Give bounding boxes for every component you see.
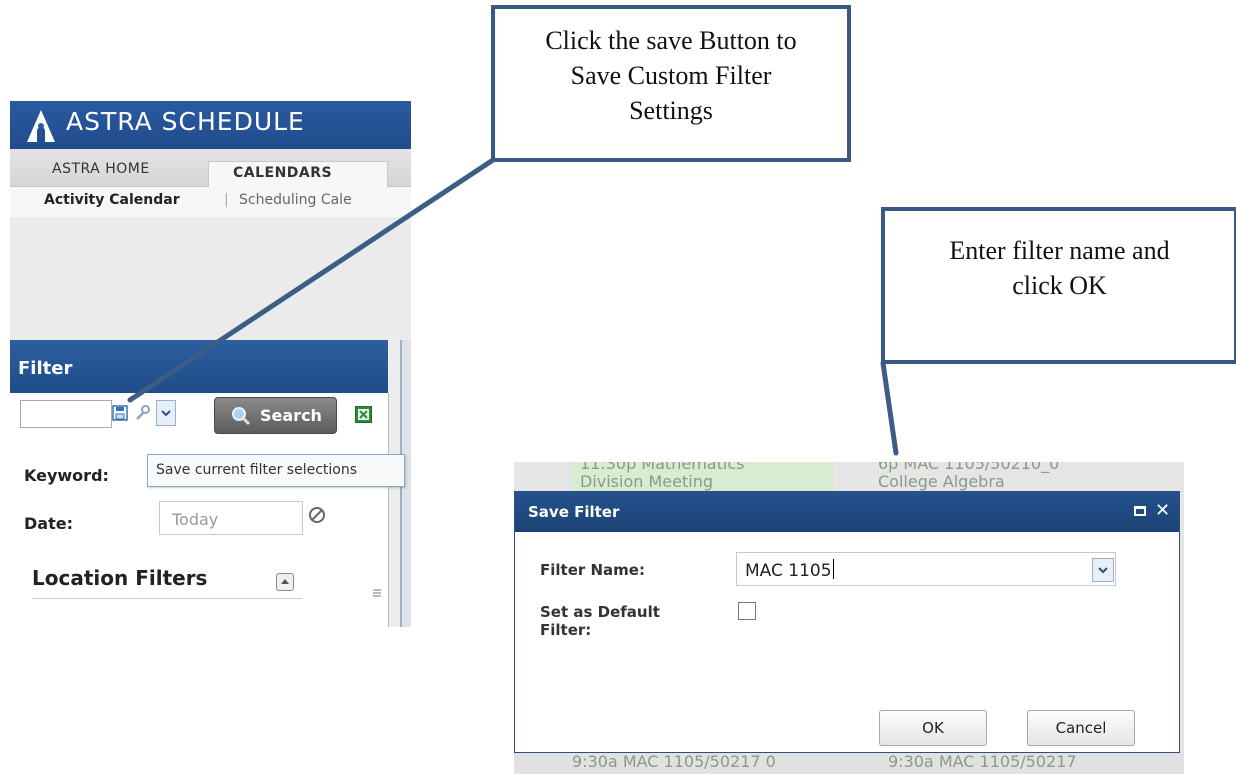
filter-name-label: Filter Name: [540, 561, 645, 579]
bg-event-text: 9:30a MAC 1105/50217 [888, 752, 1077, 771]
save-filter-dialog-screenshot: 11:30p Mathematics Division Meeting 6p M… [514, 462, 1184, 774]
content-spacer [10, 217, 411, 340]
date-label: Date: [24, 514, 73, 533]
save-filter-tooltip: Save current filter selections [147, 454, 405, 487]
ok-button[interactable]: OK [879, 710, 987, 746]
tab-astra-home[interactable]: ASTRA HOME [52, 158, 150, 186]
astra-schedule-screenshot: ASTRA SCHEDULE ASTRA HOME CALENDARS Acti… [10, 101, 411, 627]
dialog-title: Save Filter [528, 503, 620, 521]
dialog-titlebar: Save Filter ✕ [515, 492, 1179, 532]
text-caret [832, 559, 834, 579]
bg-event-text: College Algebra [878, 472, 1005, 491]
callout-enter-instructions: Enter filter name and click OK [881, 207, 1236, 364]
default-filter-label: Set as Default Filter: [540, 603, 660, 639]
bg-event-text: Division Meeting [580, 472, 713, 491]
scroll-grip-icon[interactable] [372, 585, 382, 601]
callout-enter-line-2: click OK [1012, 271, 1107, 300]
clear-date-icon[interactable] [308, 506, 326, 524]
callout-save-line-3: Settings [629, 96, 713, 125]
app-header: ASTRA SCHEDULE [10, 101, 411, 149]
save-icon[interactable] [110, 400, 130, 426]
collapse-up-icon[interactable] [276, 573, 294, 591]
filter-toolbar [110, 400, 200, 428]
cancel-button[interactable]: Cancel [1027, 710, 1135, 746]
search-button[interactable]: Search [214, 397, 337, 434]
keyword-label: Keyword: [24, 466, 109, 485]
excel-export-icon[interactable] [355, 406, 372, 423]
date-input[interactable]: Today [159, 501, 303, 535]
app-title: ASTRA SCHEDULE [66, 107, 305, 136]
callout-save-instructions: Click the save Button to Save Custom Fil… [491, 5, 851, 162]
saved-filter-input[interactable] [20, 400, 112, 428]
chevron-down-icon[interactable] [1092, 558, 1114, 582]
subnav-separator: | [224, 192, 229, 208]
filter-title: Filter [18, 358, 73, 379]
sub-navigation: Activity Calendar | Scheduling Cale [10, 187, 411, 217]
location-filters-heading: Location Filters [32, 566, 208, 590]
save-filter-dialog: Save Filter ✕ Filter Name: MAC 1105 Set … [514, 491, 1180, 753]
callout-save-line-1: Click the save Button to [545, 26, 797, 55]
default-filter-checkbox[interactable] [738, 602, 756, 620]
callout-enter-line-1: Enter filter name and [949, 236, 1170, 265]
main-tabs: ASTRA HOME CALENDARS [10, 149, 411, 197]
filter-name-input[interactable]: MAC 1105 [736, 552, 1116, 586]
filter-panel-header: Filter [10, 340, 388, 393]
section-divider [32, 598, 302, 599]
close-icon[interactable]: ✕ [1155, 502, 1170, 520]
magnifier-icon [232, 407, 251, 426]
astra-logo-icon [27, 110, 55, 142]
wrench-icon[interactable] [132, 400, 152, 426]
filter-name-value: MAC 1105 [745, 561, 832, 581]
background-calendar-row: 9:30a MAC 1105/50217 0 9:30a MAC 1105/50… [514, 752, 1184, 774]
chevron-down-icon[interactable] [156, 400, 176, 426]
subnav-scheduling-calendar[interactable]: Scheduling Cale [239, 192, 352, 208]
maximize-icon[interactable] [1134, 506, 1146, 516]
callout-save-line-2: Save Custom Filter [570, 61, 772, 90]
search-button-label: Search [260, 406, 322, 425]
bg-event-text: 9:30a MAC 1105/50217 0 [572, 752, 776, 771]
subnav-activity-calendar[interactable]: Activity Calendar [44, 192, 180, 208]
